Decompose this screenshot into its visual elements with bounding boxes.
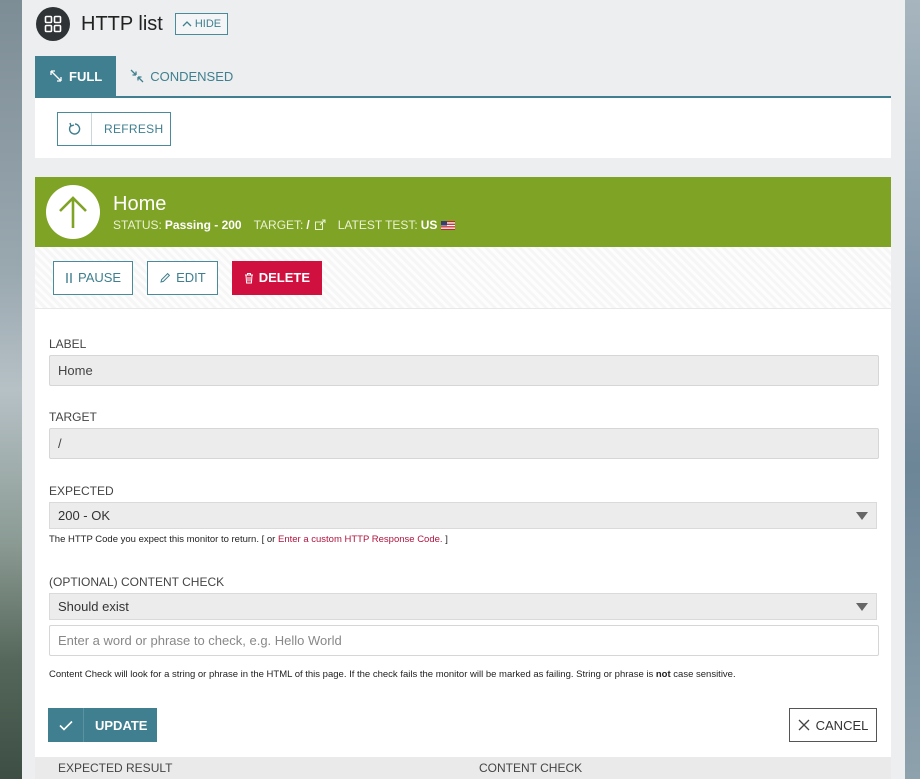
expected-select[interactable]: 200 - OK [49,502,877,529]
target-field-title: TARGET [49,410,97,424]
tab-full[interactable]: FULL [35,56,117,96]
content-hint-bold: not [655,669,671,680]
content-hint-end: case sensitive. [670,669,736,680]
refresh-icon [58,113,92,145]
content-phrase-input[interactable]: Enter a word or phrase to check, e.g. He… [49,625,879,656]
chevron-down-icon [856,602,868,611]
update-label: UPDATE [95,717,148,733]
tab-condensed[interactable]: CONDENSED [116,56,247,96]
hide-button[interactable]: HIDE [174,13,229,35]
trash-icon [244,272,253,283]
expected-hint: The HTTP Code you expect this monitor to… [49,534,448,545]
main-panel: HTTP list HIDE FULL CONDENSED REFRESH Ho… [22,0,905,779]
monitor-card: Home STATUS: Passing - 200 TARGET: / LAT… [35,177,891,779]
target-value: / [306,218,310,232]
target-key: TARGET: [253,218,304,232]
check-icon [48,708,84,742]
hide-label: HIDE [194,18,222,30]
pause-icon [66,272,72,283]
toolbar: REFRESH [35,96,891,158]
label-field-title: LABEL [49,337,87,351]
monitor-meta: STATUS: Passing - 200 TARGET: / LATEST T… [113,218,456,232]
pause-label: PAUSE [78,270,122,285]
pause-button[interactable]: PAUSE [53,260,134,295]
cancel-label: CANCEL [815,717,869,733]
results-header: EXPECTED RESULT CONTENT CHECK [35,757,891,779]
update-button[interactable]: UPDATE [48,708,157,742]
status-up-icon [46,185,100,239]
refresh-button[interactable]: REFRESH [57,112,171,146]
latest-value: US [420,218,438,232]
chevron-up-icon [182,21,192,27]
expected-hint-end: ] [442,534,448,545]
label-input[interactable]: Home [49,355,879,386]
external-link-icon[interactable] [314,219,326,231]
content-hint-text: Content Check will look for a string or … [49,669,656,680]
content-check-select[interactable]: Should exist [49,593,877,620]
expand-icon [50,70,62,82]
status-key: STATUS: [113,218,162,232]
refresh-label: REFRESH [104,122,164,136]
content-hint: Content Check will look for a string or … [49,669,736,680]
content-check-select-value: Should exist [58,599,129,614]
edit-button[interactable]: EDIT [147,260,218,295]
monitor-actions: PAUSE EDIT DELETE [35,247,891,309]
cancel-button[interactable]: CANCEL [789,708,877,742]
us-flag-icon [441,220,456,230]
expected-hint-text: The HTTP Code you expect this monitor to… [49,534,278,545]
expected-field-title: EXPECTED [49,484,114,498]
monitor-name: Home [113,193,167,215]
custom-code-link[interactable]: Enter a custom HTTP Response Code. [278,534,443,545]
grid-icon[interactable] [36,7,70,41]
delete-label: DELETE [258,270,311,285]
page-header: HTTP list HIDE [36,6,229,42]
status-value: Passing - 200 [164,218,242,232]
chevron-down-icon [856,511,868,520]
content-check-title: (OPTIONAL) CONTENT CHECK [49,575,225,589]
monitor-header: Home STATUS: Passing - 200 TARGET: / LAT… [35,177,891,247]
expected-select-value: 200 - OK [58,508,111,523]
view-tabs: FULL CONDENSED [35,56,247,96]
latest-key: LATEST TEST: [337,218,418,232]
content-check-heading: CONTENT CHECK [479,761,583,775]
tab-full-label: FULL [69,68,103,84]
tab-condensed-label: CONDENSED [150,68,234,84]
close-icon [798,719,810,731]
collapse-icon [130,69,144,83]
page-title: HTTP list [81,12,163,35]
pencil-icon [160,272,171,283]
edit-label: EDIT [176,270,206,285]
expected-result-heading: EXPECTED RESULT [58,761,173,775]
target-input[interactable]: / [49,428,879,459]
delete-button[interactable]: DELETE [231,260,323,295]
